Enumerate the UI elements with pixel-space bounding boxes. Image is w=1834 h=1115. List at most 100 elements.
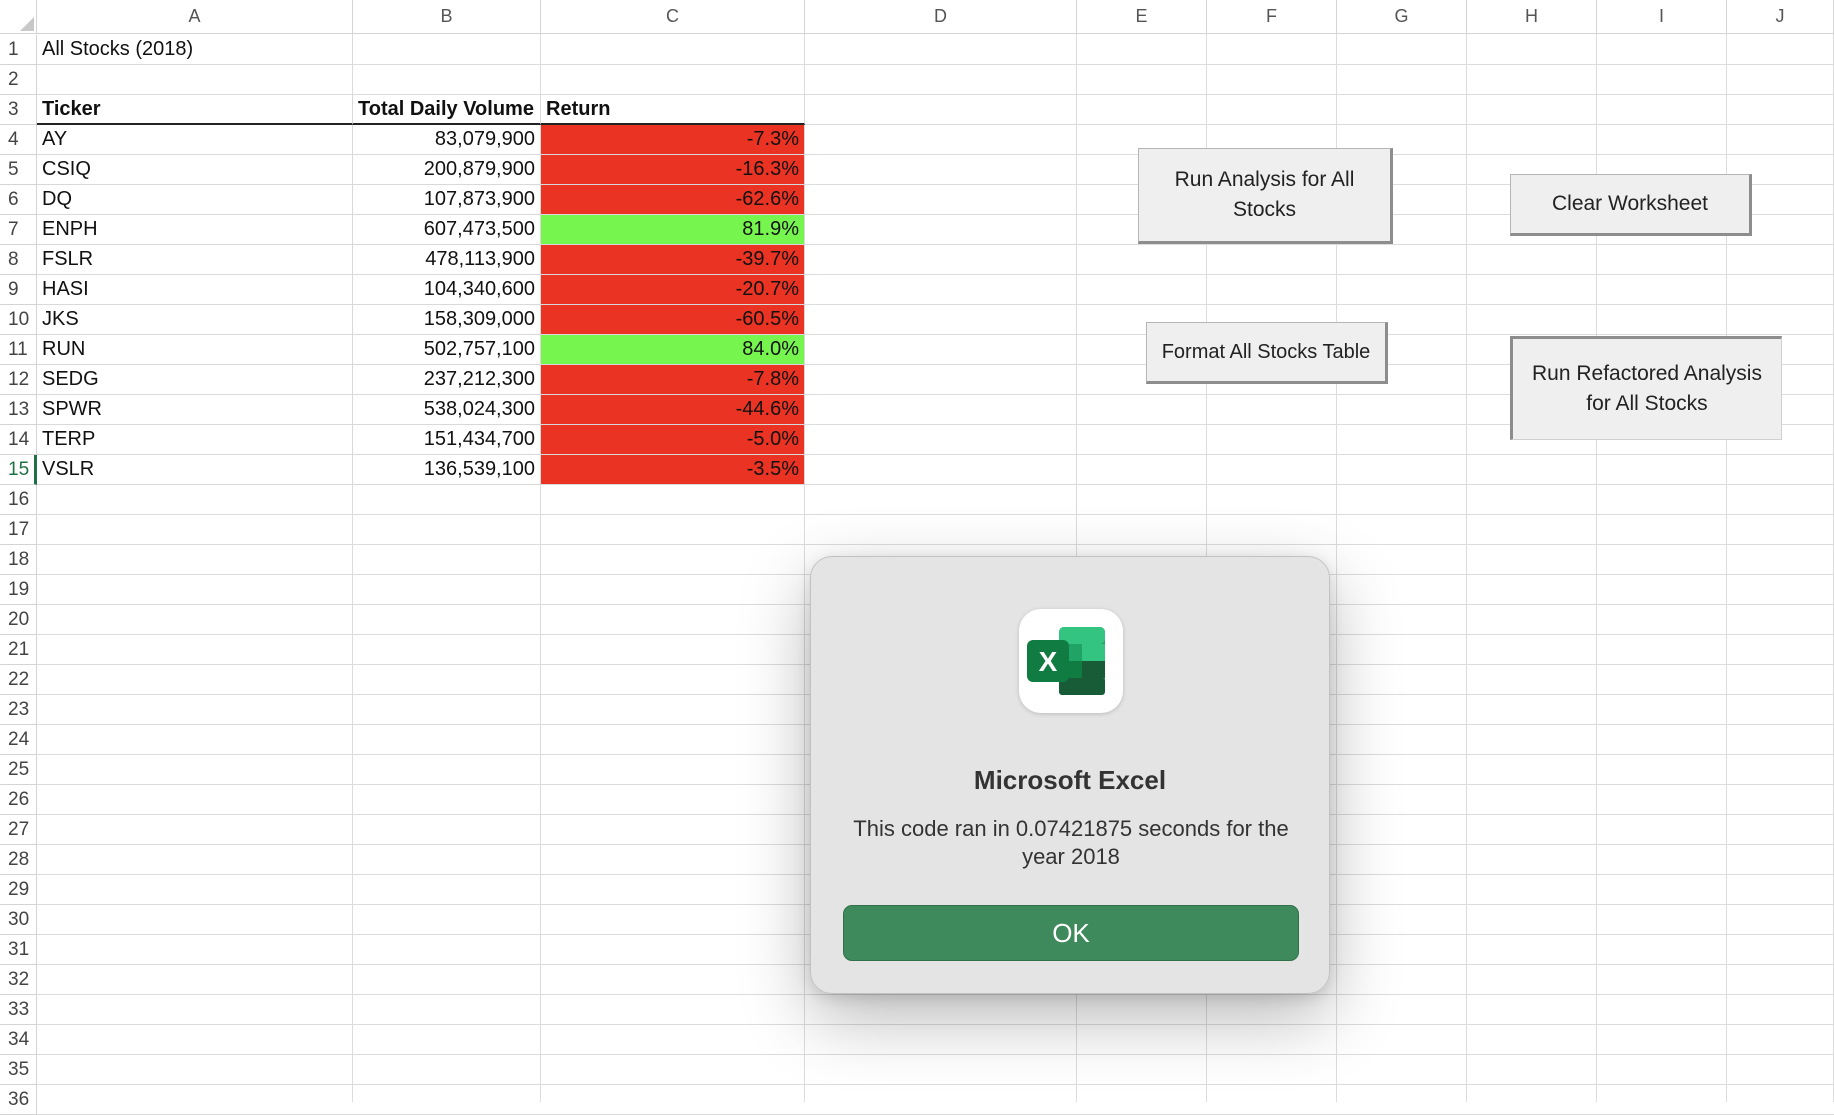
row-header-9[interactable]: 9 [0, 275, 37, 305]
column-header-g[interactable]: G [1337, 0, 1467, 34]
ticker-cell[interactable]: AY [37, 125, 353, 155]
row-header-14[interactable]: 14 [0, 425, 37, 455]
gridline-row [37, 514, 1834, 515]
return-cell[interactable]: 84.0% [541, 335, 805, 365]
row-header-27[interactable]: 27 [0, 815, 37, 845]
volume-cell[interactable]: 136,539,100 [353, 455, 541, 485]
column-header-h[interactable]: H [1467, 0, 1597, 34]
row-header-18[interactable]: 18 [0, 545, 37, 575]
return-cell[interactable]: -7.8% [541, 365, 805, 395]
ticker-header-cell[interactable]: Ticker [37, 95, 353, 125]
return-cell[interactable]: 81.9% [541, 215, 805, 245]
row-header-11[interactable]: 11 [0, 335, 37, 365]
row-header-31[interactable]: 31 [0, 935, 37, 965]
row-header-34[interactable]: 34 [0, 1025, 37, 1055]
volume-cell[interactable]: 502,757,100 [353, 335, 541, 365]
volume-cell[interactable]: 538,024,300 [353, 395, 541, 425]
return-cell[interactable]: -3.5% [541, 455, 805, 485]
return-cell[interactable]: -62.6% [541, 185, 805, 215]
ticker-cell[interactable]: HASI [37, 275, 353, 305]
excel-app-icon: X [1019, 609, 1123, 713]
column-header-c[interactable]: C [541, 0, 805, 34]
return-cell[interactable]: -5.0% [541, 425, 805, 455]
volume-cell[interactable]: 200,879,900 [353, 155, 541, 185]
column-header-e[interactable]: E [1077, 0, 1207, 34]
row-header-35[interactable]: 35 [0, 1055, 37, 1085]
row-header-10[interactable]: 10 [0, 305, 37, 335]
return-cell[interactable]: -7.3% [541, 125, 805, 155]
ticker-cell[interactable]: JKS [37, 305, 353, 335]
gridline-row [37, 1084, 1834, 1085]
row-header-25[interactable]: 25 [0, 755, 37, 785]
ticker-cell[interactable]: DQ [37, 185, 353, 215]
volume-cell[interactable]: 104,340,600 [353, 275, 541, 305]
return-cell[interactable]: -44.6% [541, 395, 805, 425]
ok-button[interactable]: OK [843, 905, 1299, 961]
ticker-cell[interactable]: CSIQ [37, 155, 353, 185]
row-header-6[interactable]: 6 [0, 185, 37, 215]
volume-cell[interactable]: 237,212,300 [353, 365, 541, 395]
row-header-20[interactable]: 20 [0, 605, 37, 635]
return-cell[interactable]: -20.7% [541, 275, 805, 305]
select-all-corner[interactable] [0, 0, 37, 34]
return-cell[interactable]: -39.7% [541, 245, 805, 275]
format-table-button[interactable]: Format All Stocks Table [1146, 322, 1388, 384]
row-header-32[interactable]: 32 [0, 965, 37, 995]
volume-cell[interactable]: 478,113,900 [353, 245, 541, 275]
column-header-i[interactable]: I [1597, 0, 1727, 34]
return-cell[interactable]: -60.5% [541, 305, 805, 335]
row-header-16[interactable]: 16 [0, 485, 37, 515]
ticker-cell[interactable]: TERP [37, 425, 353, 455]
ticker-cell[interactable]: ENPH [37, 215, 353, 245]
volume-cell[interactable]: 107,873,900 [353, 185, 541, 215]
sheet-title-cell[interactable]: All Stocks (2018) [37, 35, 353, 65]
row-header-22[interactable]: 22 [0, 665, 37, 695]
run-analysis-button[interactable]: Run Analysis for All Stocks [1138, 148, 1393, 244]
column-header-j[interactable]: J [1727, 0, 1834, 34]
row-header-28[interactable]: 28 [0, 845, 37, 875]
row-header-21[interactable]: 21 [0, 635, 37, 665]
row-header-3[interactable]: 3 [0, 95, 37, 125]
row-header-24[interactable]: 24 [0, 725, 37, 755]
volume-cell[interactable]: 158,309,000 [353, 305, 541, 335]
run-refactored-analysis-button[interactable]: Run Refactored Analysis for All Stocks [1510, 336, 1782, 440]
gridline-row [37, 1024, 1834, 1025]
column-header-f[interactable]: F [1207, 0, 1337, 34]
volume-cell[interactable]: 83,079,900 [353, 125, 541, 155]
alert-dialog: X Microsoft Excel This code ran in 0.074… [810, 556, 1330, 994]
ticker-cell[interactable]: SPWR [37, 395, 353, 425]
row-header-8[interactable]: 8 [0, 245, 37, 275]
ticker-cell[interactable]: RUN [37, 335, 353, 365]
row-header-12[interactable]: 12 [0, 365, 37, 395]
ticker-cell[interactable]: SEDG [37, 365, 353, 395]
row-header-2[interactable]: 2 [0, 65, 37, 95]
row-header-33[interactable]: 33 [0, 995, 37, 1025]
row-header-17[interactable]: 17 [0, 515, 37, 545]
row-header-30[interactable]: 30 [0, 905, 37, 935]
clear-worksheet-button[interactable]: Clear Worksheet [1510, 174, 1752, 236]
volume-cell[interactable]: 151,434,700 [353, 425, 541, 455]
column-header-b[interactable]: B [353, 0, 541, 34]
row-header-5[interactable]: 5 [0, 155, 37, 185]
volume-header-cell[interactable]: Total Daily Volume [353, 95, 541, 125]
gridline-row [37, 994, 1834, 995]
row-header-26[interactable]: 26 [0, 785, 37, 815]
volume-cell[interactable]: 607,473,500 [353, 215, 541, 245]
row-header-19[interactable]: 19 [0, 575, 37, 605]
ticker-cell[interactable]: VSLR [37, 455, 353, 485]
return-cell[interactable]: -16.3% [541, 155, 805, 185]
row-header-13[interactable]: 13 [0, 395, 37, 425]
ticker-cell[interactable]: FSLR [37, 245, 353, 275]
row-header-36[interactable]: 36 [0, 1085, 37, 1115]
gridline-row [37, 1054, 1834, 1055]
excel-icon-letter: X [1039, 646, 1058, 677]
row-header-29[interactable]: 29 [0, 875, 37, 905]
row-header-4[interactable]: 4 [0, 125, 37, 155]
row-header-15[interactable]: 15 [0, 455, 37, 485]
column-header-d[interactable]: D [805, 0, 1077, 34]
return-header-cell[interactable]: Return [541, 95, 805, 125]
row-header-23[interactable]: 23 [0, 695, 37, 725]
column-header-a[interactable]: A [37, 0, 353, 34]
row-header-7[interactable]: 7 [0, 215, 37, 245]
row-header-1[interactable]: 1 [0, 35, 37, 65]
